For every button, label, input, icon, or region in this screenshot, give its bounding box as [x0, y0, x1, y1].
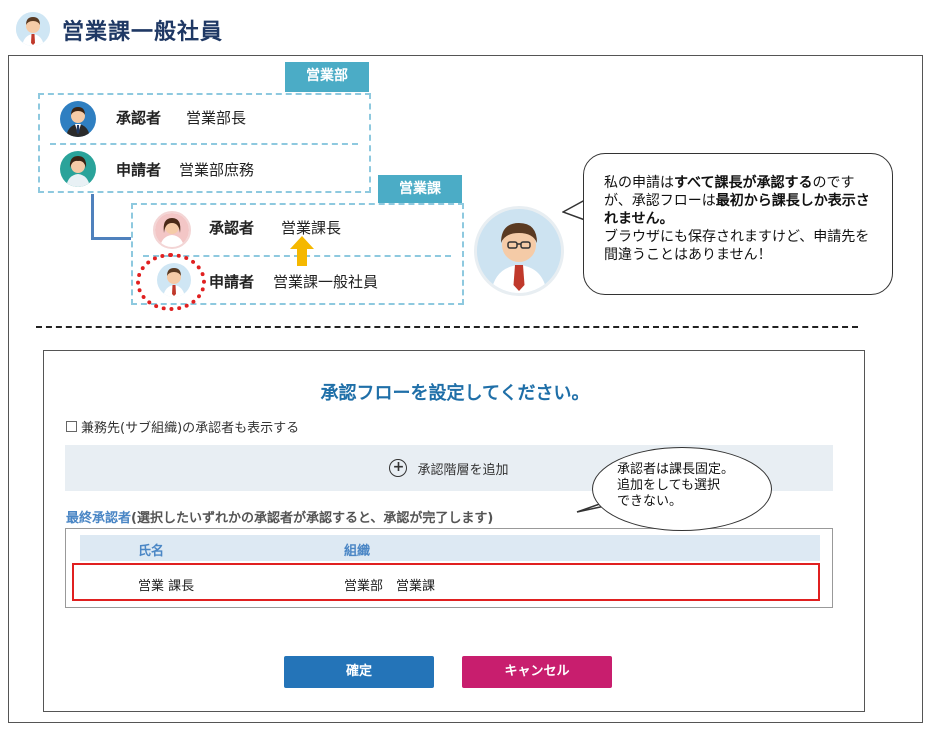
table-header-row: 氏名 組織 [80, 535, 820, 561]
user-avatar [16, 12, 50, 46]
page-title: 営業課一般社員 [62, 20, 224, 45]
subsidiary-checkbox[interactable] [66, 421, 77, 432]
section-tag: 営業課 [378, 175, 462, 205]
row-divider [50, 143, 358, 145]
applicant-role-label: 申請者 [209, 273, 255, 291]
dept-tag: 営業部 [285, 62, 369, 92]
final-approver-label: 最終承認者(選択したいずれかの承認者が承認すると、承認が完了します) [66, 507, 493, 526]
confirm-button[interactable]: 確定 [284, 656, 434, 688]
approver-role-label: 承認者 [116, 109, 162, 127]
speech-emphasis: すべて課長が承認する [674, 175, 813, 191]
clerk-avatar-icon [60, 151, 96, 187]
column-header-org: 組織 [344, 544, 371, 559]
connector-line [91, 194, 94, 240]
callout-text: 追加をしても選択 [617, 478, 720, 493]
applicant-name: 営業部庶務 [179, 161, 255, 179]
approver-table: 氏名 組織 営業 課長 営業部 営業課 [65, 528, 833, 608]
final-approver-note: (選択したいずれかの承認者が承認すると、承認が完了します) [131, 511, 494, 526]
manager-avatar-icon [60, 101, 96, 137]
section-divider [36, 326, 858, 328]
plus-circle-icon: + [389, 459, 408, 477]
column-header-name: 氏名 [138, 544, 165, 559]
cancel-button[interactable]: キャンセル [462, 656, 612, 688]
checkbox-label: 兼務先(サブ組織)の承認者も表示する [81, 421, 300, 436]
callout-text: 承認者は課長固定。 [617, 462, 735, 477]
subsidiary-checkbox-row[interactable]: 兼務先(サブ組織)の承認者も表示する [66, 417, 299, 436]
speech-text: ブラウザにも保存されますけど、申請先を間違うことはありません！ [604, 229, 870, 263]
highlight-circle [136, 253, 206, 311]
speech-bubble: 私の申請はすべて課長が承認するのですが、承認フローは最初から課長しか表示されませ… [583, 153, 893, 295]
cell-org: 営業部 営業課 [344, 579, 436, 594]
add-approval-level-label: 承認階層を追加 [417, 462, 509, 478]
connector-line [91, 237, 133, 240]
final-approver-heading: 最終承認者 [66, 511, 132, 526]
callout-cloud: 承認者は課長固定。 追加をしても選択 できない。 [592, 447, 772, 531]
approver-name: 営業課長 [281, 219, 342, 237]
applicant-role-label: 申請者 [116, 161, 162, 179]
up-arrow-icon [290, 236, 314, 266]
dialog-title: 承認フローを設定してください。 [320, 383, 590, 404]
employee-avatar-large [474, 206, 564, 296]
section-manager-avatar-icon [153, 211, 191, 249]
applicant-name: 営業課一般社員 [273, 273, 379, 291]
cell-name: 営業 課長 [138, 579, 195, 594]
dept-box: 承認者 営業部長 申請者 営業部庶務 [38, 93, 371, 193]
speech-text: 私の申請は [604, 175, 674, 191]
callout-text: できない。 [617, 494, 683, 509]
approver-role-label: 承認者 [209, 219, 255, 237]
approval-flow-dialog: 承認フローを設定してください。 兼務先(サブ組織)の承認者も表示する + 承認階… [43, 350, 865, 712]
table-row[interactable]: 営業 課長 営業部 営業課 [72, 563, 820, 601]
approver-name: 営業部長 [186, 109, 247, 127]
